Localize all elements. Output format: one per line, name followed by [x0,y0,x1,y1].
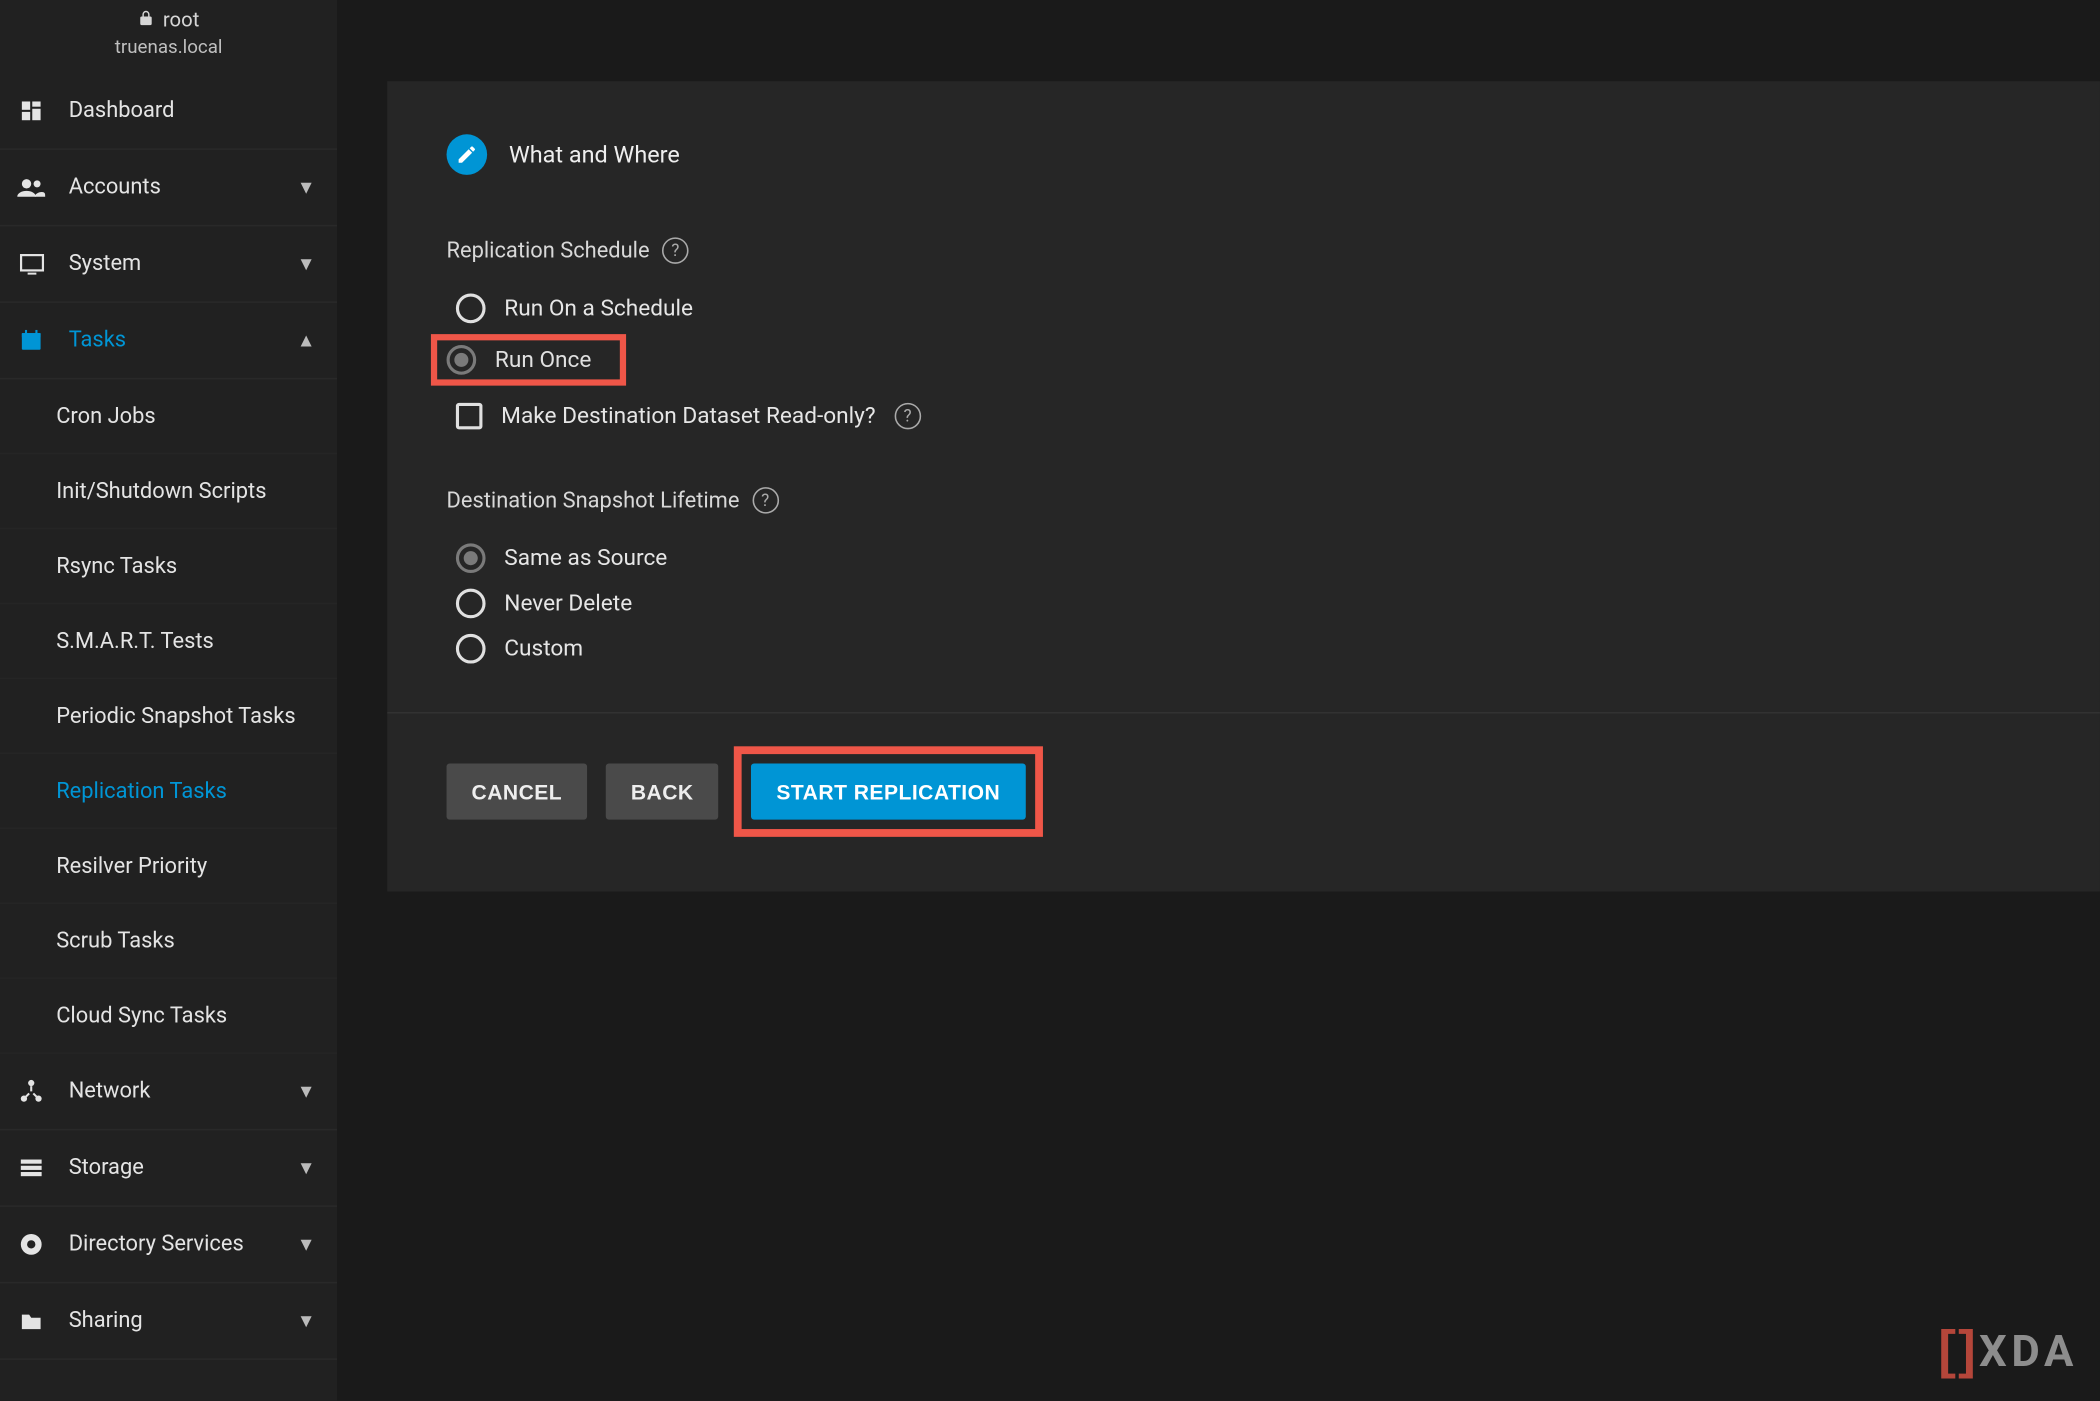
sidebar-sub-label: Rsync Tasks [56,553,177,578]
radio-same-as-source[interactable]: Same as Source [447,536,2100,581]
sidebar-item-tasks[interactable]: Tasks ▲ [0,303,337,380]
button-row: CANCEL BACK START REPLICATION [447,763,2100,819]
main-content: What and Where Replication Schedule ? Ru… [337,0,2100,1400]
watermark-text: XDA [1979,1326,2078,1378]
radio-icon [456,294,486,324]
sidebar-sub-label: Replication Tasks [56,778,227,803]
user-block: root truenas.local [0,0,337,73]
highlight-start-replication: START REPLICATION [734,746,1042,837]
sidebar-sub-rsync[interactable]: Rsync Tasks [0,529,337,604]
sidebar-sub-cron-jobs[interactable]: Cron Jobs [0,379,337,454]
sidebar-item-label: Tasks [69,328,275,353]
sidebar-item-label: Sharing [69,1308,275,1333]
host-name: truenas.local [0,36,337,58]
section-title: Replication Schedule [447,238,650,263]
chevron-down-icon: ▼ [297,176,316,198]
sidebar-sub-replication[interactable]: Replication Tasks [0,754,337,829]
sharing-icon [16,1310,47,1332]
sidebar-item-directory[interactable]: Directory Services ▼ [0,1207,337,1284]
calendar-icon [16,328,47,353]
chevron-down-icon: ▼ [297,1310,316,1332]
cancel-button[interactable]: CANCEL [447,763,588,819]
directory-icon [16,1232,47,1257]
sidebar-item-system[interactable]: System ▼ [0,226,337,303]
help-icon[interactable]: ? [894,403,921,430]
sidebar-sub-label: Resilver Priority [56,853,207,878]
wizard-card: What and Where Replication Schedule ? Ru… [387,81,2100,891]
dashboard-icon [16,98,47,123]
system-icon [16,253,47,275]
sidebar-item-storage[interactable]: Storage ▼ [0,1130,337,1207]
sidebar-sub-periodic-snapshot[interactable]: Periodic Snapshot Tasks [0,679,337,754]
network-icon [16,1079,47,1104]
section-replication-schedule: Replication Schedule ? [447,237,2100,264]
sidebar-sub-label: Periodic Snapshot Tasks [56,703,295,728]
radio-custom[interactable]: Custom [447,626,2100,671]
help-icon[interactable]: ? [662,237,689,264]
sidebar-item-label: Dashboard [69,98,316,123]
sidebar-item-network[interactable]: Network ▼ [0,1054,337,1131]
radio-icon [456,543,486,573]
help-icon[interactable]: ? [752,487,779,514]
radio-label: Run Once [495,347,591,374]
sidebar-sub-init-shutdown[interactable]: Init/Shutdown Scripts [0,454,337,529]
checkbox-label: Make Destination Dataset Read-only? [501,403,875,430]
radio-icon [456,634,486,664]
back-button[interactable]: BACK [606,763,719,819]
sidebar: root truenas.local Dashboard Accounts ▼ … [0,0,337,1400]
sidebar-sub-scrub[interactable]: Scrub Tasks [0,904,337,979]
radio-label: Run On a Schedule [504,295,693,322]
sidebar-sub-resilver[interactable]: Resilver Priority [0,829,337,904]
checkbox-icon [456,403,483,430]
checkbox-destination-readonly[interactable]: Make Destination Dataset Read-only? ? [447,395,2100,437]
edit-icon [447,134,488,175]
chevron-down-icon: ▼ [297,1080,316,1102]
divider [387,712,2100,714]
section-snapshot-lifetime: Destination Snapshot Lifetime ? [447,487,2100,514]
chevron-up-icon: ▲ [297,329,316,351]
storage-icon [16,1157,47,1179]
highlight-run-once: Run Once [431,334,626,386]
accounts-icon [16,176,47,198]
lock-icon [138,9,155,32]
radio-label: Never Delete [504,590,632,617]
sidebar-sub-label: S.M.A.R.T. Tests [56,628,214,653]
radio-icon[interactable] [447,345,477,375]
sidebar-item-dashboard[interactable]: Dashboard [0,73,337,150]
sidebar-sub-label: Cron Jobs [56,404,155,429]
sidebar-sub-smart[interactable]: S.M.A.R.T. Tests [0,604,337,679]
radio-run-on-schedule[interactable]: Run On a Schedule [447,286,2100,331]
radio-icon [456,589,486,619]
start-replication-button[interactable]: START REPLICATION [751,763,1025,819]
user-name: root [163,9,199,32]
sidebar-sub-label: Cloud Sync Tasks [56,1003,227,1028]
sidebar-item-label: Network [69,1079,275,1104]
sidebar-sub-cloud-sync[interactable]: Cloud Sync Tasks [0,979,337,1054]
radio-never-delete[interactable]: Never Delete [447,581,2100,626]
chevron-down-icon: ▼ [297,1157,316,1179]
sidebar-item-accounts[interactable]: Accounts ▼ [0,150,337,227]
section-title: Destination Snapshot Lifetime [447,488,740,513]
sidebar-item-sharing[interactable]: Sharing ▼ [0,1283,337,1360]
sidebar-item-label: Storage [69,1155,275,1180]
radio-label: Custom [504,635,583,662]
sidebar-item-label: Directory Services [69,1232,275,1257]
sidebar-sub-label: Init/Shutdown Scripts [56,479,266,504]
chevron-down-icon: ▼ [297,1233,316,1255]
radio-label: Same as Source [504,545,667,572]
bracket-icon: [ ] [1938,1321,1969,1382]
sidebar-item-label: System [69,251,275,276]
chevron-down-icon: ▼ [297,253,316,275]
sidebar-sub-label: Scrub Tasks [56,928,175,953]
wizard-step-completed[interactable]: What and Where [447,134,2100,175]
step-title: What and Where [509,141,680,169]
watermark: [ ] XDA [1938,1321,2078,1382]
sidebar-item-label: Accounts [69,175,275,200]
